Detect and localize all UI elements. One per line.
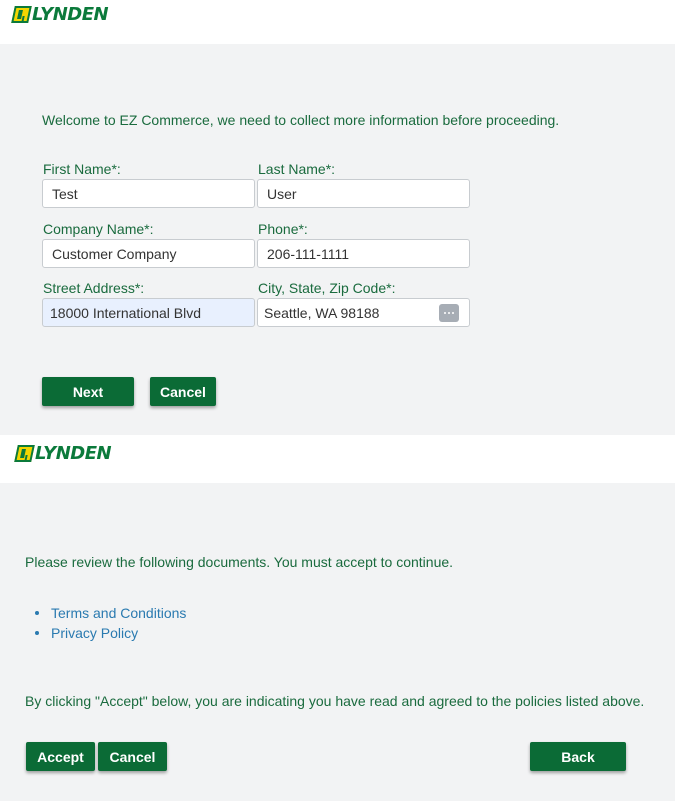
company-name-label: Company Name*: — [43, 221, 154, 237]
welcome-message: Welcome to EZ Commerce, we need to colle… — [42, 112, 560, 128]
company-name-input[interactable] — [42, 239, 255, 268]
consent-text: By clicking "Accept" below, you are indi… — [25, 693, 645, 709]
last-name-input[interactable] — [257, 179, 470, 208]
logo-mark-icon — [11, 6, 32, 23]
street-address-label: Street Address*: — [43, 280, 145, 296]
document-list: Terms and Conditions Privacy Policy — [35, 603, 186, 643]
list-item: Terms and Conditions — [35, 603, 186, 623]
bullet-icon — [35, 631, 39, 635]
cancel-button[interactable]: Cancel — [150, 377, 216, 406]
lynden-logo: LYNDEN — [14, 443, 112, 464]
first-name-input[interactable] — [42, 179, 255, 208]
logo-mark-icon — [14, 445, 35, 462]
last-name-label: Last Name*: — [258, 161, 336, 177]
city-state-zip-label: City, State, Zip Code*: — [258, 280, 396, 296]
phone-input[interactable] — [257, 239, 470, 268]
bullet-icon — [35, 611, 39, 615]
phone-label: Phone*: — [258, 221, 308, 237]
list-item: Privacy Policy — [35, 623, 186, 643]
privacy-link[interactable]: Privacy Policy — [51, 625, 138, 641]
terms-link[interactable]: Terms and Conditions — [51, 605, 186, 621]
cancel-button[interactable]: Cancel — [98, 742, 167, 771]
accept-button[interactable]: Accept — [26, 742, 95, 771]
first-name-label: First Name*: — [43, 161, 121, 177]
street-address-input[interactable] — [42, 298, 255, 327]
next-button[interactable]: Next — [42, 377, 134, 406]
lynden-logo: LYNDEN — [11, 4, 109, 25]
review-instructions: Please review the following documents. Y… — [25, 554, 454, 570]
back-button[interactable]: Back — [530, 742, 626, 771]
more-dots-icon[interactable] — [439, 304, 459, 322]
